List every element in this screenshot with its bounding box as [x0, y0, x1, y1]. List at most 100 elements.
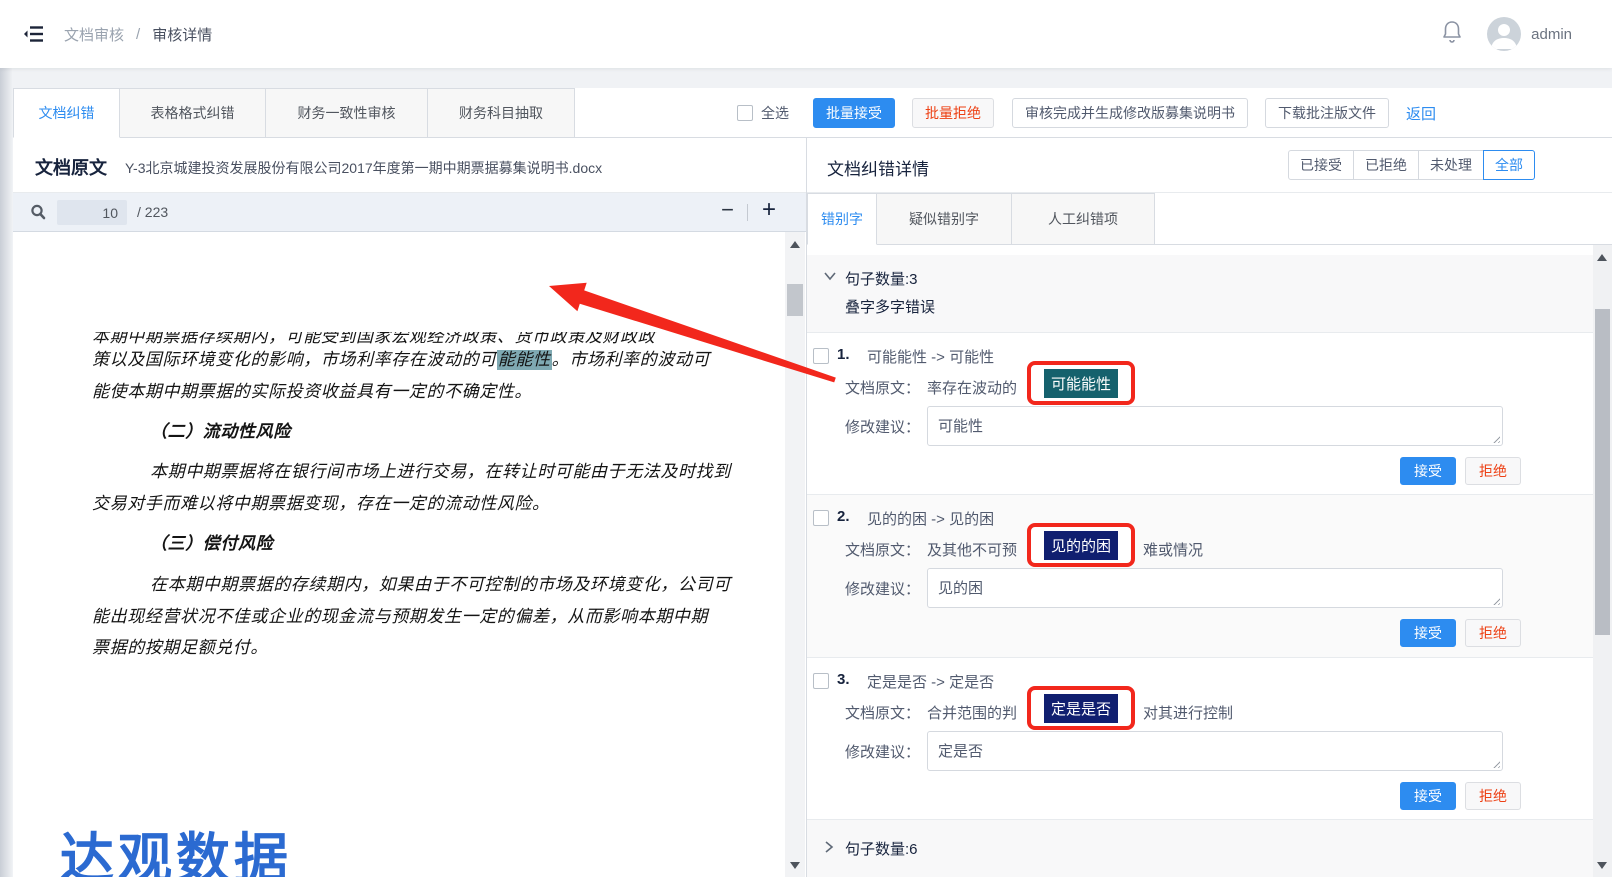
filter-accepted[interactable]: 已接受 [1288, 150, 1354, 180]
document-scrollbar[interactable] [785, 232, 805, 877]
document-line: 票据的按期足额兑付。 [92, 633, 268, 658]
annotation-red-box: 定是是否 [1027, 686, 1135, 730]
document-line: 能出现经营状况不佳或企业的现金流与预期发生一定的偏差，从而影响本期中期 [92, 602, 708, 627]
zoom-in-button[interactable]: + [762, 196, 776, 224]
document-title-row: 文档原文 Y-3北京城建投资发展股份有限公司2017年度第一期中期票据募集说明书… [13, 138, 806, 193]
accept-button[interactable]: 接受 [1400, 782, 1456, 810]
status-filter-group: 已接受 已拒绝 未处理 全部 [1288, 150, 1535, 180]
scrollbar-thumb[interactable] [1595, 309, 1610, 635]
reject-button[interactable]: 拒绝 [1465, 457, 1521, 485]
error-group-header-collapsed[interactable]: 句子数量:6 [807, 820, 1593, 877]
document-filename: Y-3北京城建投资发展股份有限公司2017年度第一期中期票据募集说明书.docx [125, 158, 602, 178]
error-item-number: 3. [837, 671, 850, 688]
original-context-post: 对其进行控制 [1143, 702, 1233, 723]
filter-pending[interactable]: 未处理 [1418, 150, 1484, 180]
batch-accept-button[interactable]: 批量接受 [813, 98, 895, 128]
reject-button[interactable]: 拒绝 [1465, 619, 1521, 647]
top-bar: 文档审核 / 审核详情 admin [0, 0, 1612, 68]
suggestion-textarea[interactable]: 可能性 [927, 406, 1503, 446]
left-shade [0, 68, 12, 877]
tab-document-correction[interactable]: 文档纠错 [13, 88, 120, 138]
document-error-highlight[interactable]: 能能性 [497, 350, 552, 370]
document-heading: （三）偿付风险 [150, 529, 273, 554]
error-item-change: 定是是否 -> 定是否 [867, 671, 994, 692]
action-bar: 全选 批量接受 批量拒绝 审核完成并生成修改版募集说明书 下载批注版文件 返回 [737, 98, 1436, 128]
breadcrumb-current: 审核详情 [152, 24, 212, 45]
filter-all[interactable]: 全部 [1483, 150, 1535, 180]
document-heading: （二）流动性风险 [150, 417, 291, 442]
suggestion-textarea[interactable]: 见的困 [927, 568, 1503, 608]
error-item-change: 见的的困 -> 见的困 [867, 508, 994, 529]
suggestion-label: 修改建议： [845, 416, 920, 437]
scrollbar-thumb[interactable] [787, 284, 803, 316]
document-content[interactable]: 本期中期票据存续期内，可能受到国家宏观经济政策、货币政策及财政政 策以及国际环境… [13, 232, 806, 877]
annotation-red-box: 可能能性 [1027, 361, 1135, 405]
scroll-down-icon[interactable] [1597, 862, 1607, 869]
error-item: 3. 定是是否 -> 定是否 文档原文： 合并范围的判 定是是否 对其进行控制 … [807, 658, 1593, 820]
bell-icon[interactable] [1441, 19, 1463, 50]
scroll-up-icon[interactable] [1597, 254, 1607, 261]
breadcrumb: 文档审核 / 审核详情 [64, 0, 212, 68]
details-panel: 文档纠错详情 已接受 已拒绝 未处理 全部 错别字 疑似错别字 人工纠错项 句子… [807, 138, 1612, 877]
tab-financial-subject[interactable]: 财务科目抽取 [427, 88, 575, 138]
details-title: 文档纠错详情 [827, 155, 929, 180]
download-annotated-button[interactable]: 下载批注版文件 [1265, 98, 1389, 128]
original-context-pre: 率存在波动的 [927, 377, 1017, 398]
annotation-red-box: 见的的困 [1027, 523, 1135, 567]
tab-typos[interactable]: 错别字 [807, 193, 877, 245]
reject-button[interactable]: 拒绝 [1465, 782, 1521, 810]
original-context-pre: 合并范围的判 [927, 702, 1017, 723]
error-item-checkbox[interactable] [813, 348, 829, 364]
details-tab-bar: 错别字 疑似错别字 人工纠错项 [807, 193, 1612, 245]
zoom-divider [747, 204, 748, 221]
error-item-change: 可能能性 -> 可能性 [867, 346, 994, 367]
error-item-checkbox[interactable] [813, 673, 829, 689]
document-line: 本期中期票据将在银行间市场上进行交易，在转让时可能由于无法及时找到 [150, 457, 731, 482]
original-context-post: 难或情况 [1143, 539, 1203, 560]
scroll-up-icon[interactable] [790, 241, 800, 248]
group-sentence-count: 句子数量:3 [845, 268, 918, 289]
tab-table-format[interactable]: 表格格式纠错 [119, 88, 266, 138]
suggestion-textarea[interactable]: 定是否 [927, 731, 1503, 771]
finish-generate-button[interactable]: 审核完成并生成修改版募集说明书 [1012, 98, 1248, 128]
document-panel-title: 文档原文 [35, 154, 107, 180]
document-clipped-line: 本期中期票据存续期内，可能受到国家宏观经济政策、货币政策及财政政 [92, 332, 752, 344]
batch-reject-button[interactable]: 批量拒绝 [912, 98, 994, 128]
select-all-checkbox[interactable] [737, 105, 753, 121]
search-icon[interactable] [29, 203, 47, 226]
scroll-down-icon[interactable] [790, 862, 800, 869]
tab-financial-consistency[interactable]: 财务一致性审核 [265, 88, 428, 138]
group-sentence-count: 句子数量:6 [845, 838, 918, 859]
document-line: 交易对手而难以将中期票据变现，存在一定的流动性风险。 [92, 489, 550, 514]
accept-button[interactable]: 接受 [1400, 457, 1456, 485]
document-toolbar: / 223 − + [13, 193, 806, 232]
zoom-out-button[interactable]: − [721, 197, 734, 223]
select-all-label: 全选 [761, 103, 789, 123]
error-group-header[interactable]: 句子数量:3 叠字多字错误 [807, 255, 1593, 333]
original-text-label: 文档原文： [845, 702, 920, 723]
avatar [1487, 17, 1521, 51]
chevron-down-icon[interactable] [823, 269, 837, 287]
page-number-input[interactable] [57, 200, 127, 225]
user-menu[interactable]: admin [1487, 17, 1572, 51]
username: admin [1531, 26, 1572, 43]
details-scrollbar[interactable] [1593, 245, 1612, 877]
error-item-number: 2. [837, 508, 850, 525]
error-item-number: 1. [837, 346, 850, 363]
filter-rejected[interactable]: 已拒绝 [1353, 150, 1419, 180]
document-line: 能使本期中期票据的实际投资收益具有一定的不确定性。 [92, 377, 532, 402]
accept-button[interactable]: 接受 [1400, 619, 1456, 647]
breadcrumb-section[interactable]: 文档审核 [64, 24, 124, 45]
page-total: / 223 [137, 204, 168, 220]
main-tab-bar: 文档纠错 表格格式纠错 财务一致性审核 财务科目抽取 全选 批量接受 批量拒绝 … [13, 88, 1612, 138]
error-item-checkbox[interactable] [813, 510, 829, 526]
main-container: 文档纠错 表格格式纠错 财务一致性审核 财务科目抽取 全选 批量接受 批量拒绝 … [13, 88, 1612, 877]
collapse-menu-icon[interactable] [22, 23, 46, 50]
back-link[interactable]: 返回 [1406, 103, 1436, 124]
tab-manual-corrections[interactable]: 人工纠错项 [1011, 193, 1155, 245]
chevron-right-icon[interactable] [823, 840, 835, 859]
document-line: 在本期中期票据的存续期内，如果由于不可控制的市场及环境变化，公司可 [150, 570, 731, 595]
suggestion-label: 修改建议： [845, 578, 920, 599]
original-text-label: 文档原文： [845, 377, 920, 398]
tab-suspected-typos[interactable]: 疑似错别字 [876, 193, 1012, 245]
